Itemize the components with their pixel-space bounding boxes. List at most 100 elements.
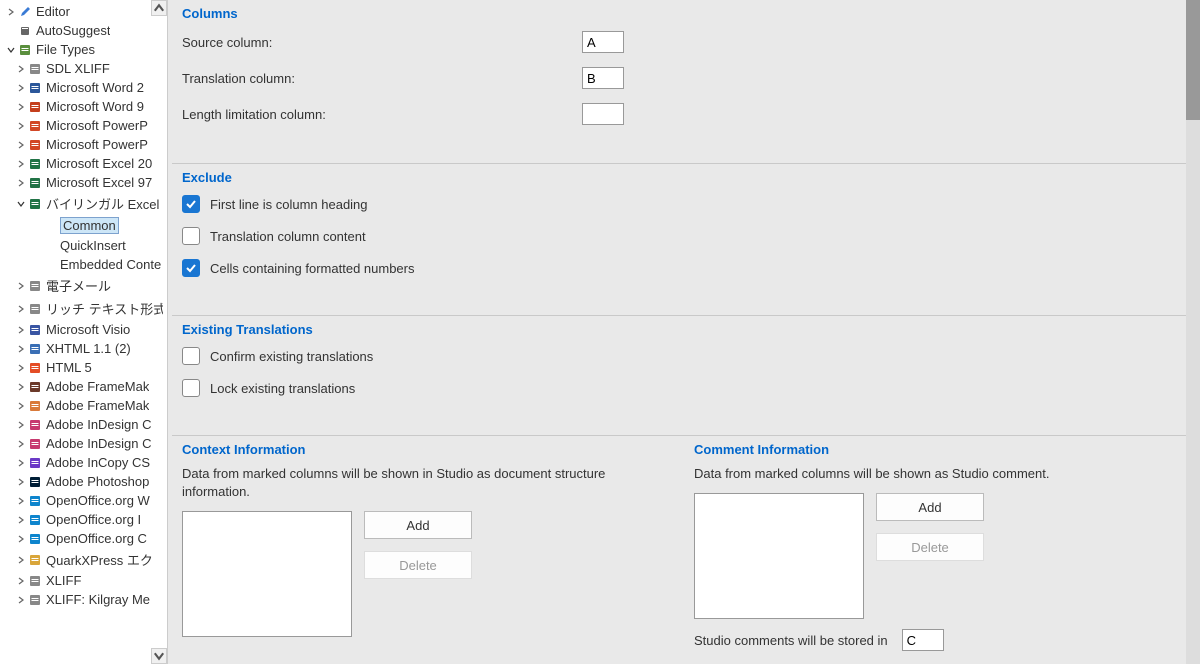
exclude-translation-content-label: Translation column content <box>210 229 366 244</box>
sidebar-item-1[interactable]: AutoSuggest <box>0 21 167 40</box>
sidebar-item-20[interactable]: Adobe FrameMak <box>0 396 167 415</box>
context-add-button[interactable]: Add <box>364 511 472 539</box>
sidebar-item-10[interactable]: バイリンガル Excel <box>0 192 167 215</box>
sidebar-item-27[interactable]: OpenOffice.org C <box>0 529 167 548</box>
expand-icon[interactable] <box>16 515 26 525</box>
file-type-icon <box>28 494 42 508</box>
sidebar-item-29[interactable]: XLIFF <box>0 571 167 590</box>
exclude-translation-content-checkbox[interactable] <box>182 227 200 245</box>
expand-icon[interactable] <box>16 534 26 544</box>
expand-icon[interactable] <box>16 325 26 335</box>
sidebar-item-13[interactable]: Embedded Conte <box>0 255 167 274</box>
source-column-input[interactable] <box>582 31 624 53</box>
sidebar-item-3[interactable]: SDL XLIFF <box>0 59 167 78</box>
exclude-formatted-numbers-checkbox[interactable] <box>182 259 200 277</box>
expand-icon[interactable] <box>30 221 40 231</box>
expand-icon[interactable] <box>6 26 16 36</box>
expand-icon[interactable] <box>16 576 26 586</box>
sidebar-item-25[interactable]: OpenOffice.org W <box>0 491 167 510</box>
expand-icon[interactable] <box>16 420 26 430</box>
comment-add-button[interactable]: Add <box>876 493 984 521</box>
expand-icon[interactable] <box>16 595 26 605</box>
sidebar-item-label: AutoSuggest <box>36 23 110 38</box>
expand-icon[interactable] <box>16 159 26 169</box>
expand-icon[interactable] <box>16 64 26 74</box>
sidebar-scroll-down[interactable] <box>151 648 167 664</box>
sidebar-item-14[interactable]: 電子メール <box>0 274 167 297</box>
file-type-icon <box>28 437 42 451</box>
main-scrollbar[interactable] <box>1186 0 1200 664</box>
lock-existing-checkbox[interactable] <box>182 379 200 397</box>
translation-column-input[interactable] <box>582 67 624 89</box>
file-type-icon <box>42 239 56 253</box>
sidebar-item-26[interactable]: OpenOffice.org I <box>0 510 167 529</box>
expand-icon[interactable] <box>16 439 26 449</box>
exclude-first-line-checkbox[interactable] <box>182 195 200 213</box>
sidebar-item-label: Microsoft PowerP <box>46 118 148 133</box>
expand-icon[interactable] <box>16 281 26 291</box>
main-panel: Columns Source column: Translation colum… <box>168 0 1200 664</box>
expand-icon[interactable] <box>16 140 26 150</box>
expand-icon[interactable] <box>16 458 26 468</box>
sidebar-item-15[interactable]: リッチ テキスト形式 <box>0 297 167 320</box>
sidebar-item-19[interactable]: Adobe FrameMak <box>0 377 167 396</box>
sidebar-item-0[interactable]: Editor <box>0 2 167 21</box>
sidebar-item-4[interactable]: Microsoft Word 2 <box>0 78 167 97</box>
sidebar-item-28[interactable]: QuarkXPress エク <box>0 548 167 571</box>
expand-icon[interactable] <box>6 7 16 17</box>
sidebar-item-label: XLIFF <box>46 573 81 588</box>
expand-icon[interactable] <box>16 363 26 373</box>
expand-icon[interactable] <box>16 477 26 487</box>
confirm-existing-checkbox[interactable] <box>182 347 200 365</box>
file-type-icon <box>28 279 42 293</box>
context-delete-button[interactable]: Delete <box>364 551 472 579</box>
expand-icon[interactable] <box>16 178 26 188</box>
expand-icon[interactable] <box>16 401 26 411</box>
file-type-icon <box>28 553 42 567</box>
sidebar-item-7[interactable]: Microsoft PowerP <box>0 135 167 154</box>
sidebar-item-2[interactable]: File Types <box>0 40 167 59</box>
comment-title: Comment Information <box>694 436 1186 465</box>
expand-icon[interactable] <box>16 382 26 392</box>
length-column-input[interactable] <box>582 103 624 125</box>
expand-icon[interactable] <box>16 344 26 354</box>
expand-icon[interactable] <box>16 83 26 93</box>
expand-icon[interactable] <box>16 304 26 314</box>
sidebar-scroll-up[interactable] <box>151 0 167 16</box>
context-desc: Data from marked columns will be shown i… <box>182 465 674 501</box>
sidebar-item-22[interactable]: Adobe InDesign C <box>0 434 167 453</box>
comment-delete-button[interactable]: Delete <box>876 533 984 561</box>
comment-footer-input[interactable] <box>902 629 944 651</box>
sidebar-item-8[interactable]: Microsoft Excel 20 <box>0 154 167 173</box>
context-listbox[interactable] <box>182 511 352 637</box>
sidebar-item-5[interactable]: Microsoft Word 9 <box>0 97 167 116</box>
sidebar-item-23[interactable]: Adobe InCopy CS <box>0 453 167 472</box>
expand-icon[interactable] <box>16 102 26 112</box>
sidebar-item-17[interactable]: XHTML 1.1 (2) <box>0 339 167 358</box>
expand-icon[interactable] <box>16 199 26 209</box>
expand-icon[interactable] <box>16 121 26 131</box>
source-column-label: Source column: <box>182 35 582 50</box>
sidebar-item-label: File Types <box>36 42 95 57</box>
sidebar-item-18[interactable]: HTML 5 <box>0 358 167 377</box>
expand-icon[interactable] <box>30 241 40 251</box>
sidebar-item-6[interactable]: Microsoft PowerP <box>0 116 167 135</box>
sidebar-item-12[interactable]: QuickInsert <box>0 236 167 255</box>
comment-listbox[interactable] <box>694 493 864 619</box>
expand-icon[interactable] <box>30 260 40 270</box>
file-type-icon <box>28 532 42 546</box>
sidebar-item-30[interactable]: XLIFF: Kilgray Me <box>0 590 167 609</box>
sidebar-item-label: Common <box>60 217 119 234</box>
sidebar-item-21[interactable]: Adobe InDesign C <box>0 415 167 434</box>
confirm-existing-label: Confirm existing translations <box>210 349 373 364</box>
existing-title: Existing Translations <box>182 316 1186 347</box>
sidebar-item-11[interactable]: Common <box>0 215 167 236</box>
expand-icon[interactable] <box>16 496 26 506</box>
expand-icon[interactable] <box>16 555 26 565</box>
file-type-icon <box>18 5 32 19</box>
file-type-icon <box>28 361 42 375</box>
sidebar-item-16[interactable]: Microsoft Visio <box>0 320 167 339</box>
sidebar-item-24[interactable]: Adobe Photoshop <box>0 472 167 491</box>
sidebar-item-9[interactable]: Microsoft Excel 97 <box>0 173 167 192</box>
expand-icon[interactable] <box>6 45 16 55</box>
